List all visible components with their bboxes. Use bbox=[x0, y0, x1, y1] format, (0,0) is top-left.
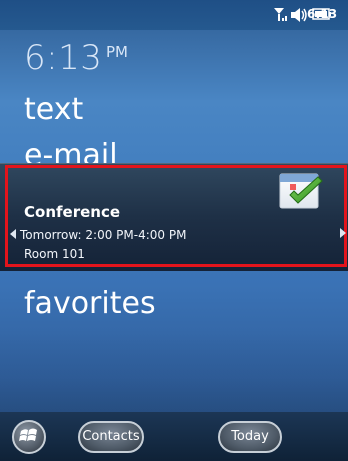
text-tile[interactable]: text bbox=[24, 92, 83, 127]
check-calendar-icon bbox=[279, 173, 323, 209]
clock-time: 6:13 bbox=[24, 38, 103, 78]
bottom-bar bbox=[0, 412, 348, 461]
windows-start-icon bbox=[19, 428, 37, 441]
appointment-time: Tomorrow: 2:00 PM-4:00 PM bbox=[20, 228, 187, 242]
favorites-tile[interactable]: favorites bbox=[24, 286, 156, 321]
status-time: 6:13 bbox=[307, 7, 338, 21]
contacts-button[interactable]: Contacts bbox=[78, 421, 144, 453]
left-arrow-icon[interactable] bbox=[9, 228, 17, 240]
appointment-location: Room 101 bbox=[24, 247, 85, 261]
appointment-title: Conference bbox=[24, 203, 121, 221]
clock-ampm: PM bbox=[106, 43, 128, 61]
right-arrow-icon[interactable] bbox=[339, 227, 347, 239]
speaker-icon bbox=[291, 8, 307, 22]
today-button[interactable]: Today bbox=[218, 421, 282, 453]
signal-icon bbox=[274, 8, 287, 21]
start-button[interactable] bbox=[12, 420, 46, 454]
background-fade bbox=[0, 330, 348, 412]
